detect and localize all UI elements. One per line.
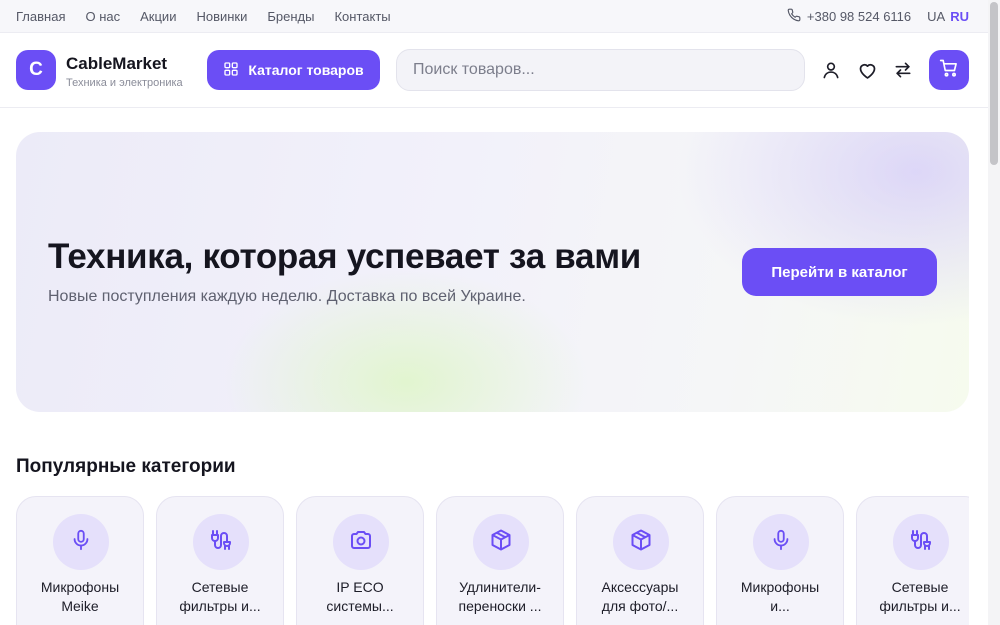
category-label: Сетевые фильтры и... [879, 579, 961, 614]
category-card[interactable]: Аксессуары для фото/... [576, 496, 704, 625]
cart-button[interactable] [929, 50, 969, 90]
lang-ru[interactable]: RU [950, 9, 969, 24]
categories-carousel: Микрофоны Meike Сетевые фильтры и... IP EC… [16, 496, 969, 625]
category-icon-circle [193, 514, 249, 570]
nav-link-home[interactable]: Главная [16, 9, 65, 24]
top-right: +380 98 524 6116 UA RU [787, 0, 969, 32]
phone-number: +380 98 524 6116 [806, 8, 912, 24]
heart-icon[interactable] [855, 58, 879, 82]
microphone-icon [770, 529, 792, 556]
top-nav: Главная О нас Акции Новинки Бренды Конта… [16, 0, 391, 32]
category-icon-circle [333, 514, 389, 570]
main-header: C CableMarket Техника и электроника Ката… [0, 33, 988, 108]
category-card[interactable]: Микрофоны и... [716, 496, 844, 625]
category-card[interactable]: Сетевые фильтры и... [156, 496, 284, 625]
language-switcher: UA RU [927, 9, 969, 24]
hero-subtitle: Новые поступления каждую неделю. Доставк… [48, 288, 526, 305]
microphone-icon [70, 529, 92, 556]
lang-ua[interactable]: UA [927, 9, 945, 24]
category-icon-circle [753, 514, 809, 570]
box-icon [489, 528, 513, 557]
category-label: IP ECO системы... [326, 579, 394, 614]
popular-categories-title: Популярные категории [16, 456, 236, 477]
category-icon-circle [53, 514, 109, 570]
phone-link[interactable]: +380 98 524 6116 [787, 8, 911, 25]
go-to-catalog-button[interactable]: Перейти в каталог [742, 248, 937, 296]
search-input[interactable] [396, 49, 805, 91]
category-card[interactable]: IP ECO системы... [296, 496, 424, 625]
category-label: Аксессуары для фото/... [601, 579, 679, 614]
catalog-button-label: Каталог товаров [248, 62, 364, 78]
category-icon-circle [473, 514, 529, 570]
category-icon-circle [893, 514, 949, 570]
catalog-button[interactable]: Каталог товаров [207, 50, 380, 90]
category-card[interactable]: Микрофоны Meike [16, 496, 144, 625]
plug-icon [209, 528, 233, 557]
hero-title: Техника, которая успевает за вами [48, 237, 642, 276]
category-icon-circle [613, 514, 669, 570]
category-card[interactable]: Удлинители-переноски ... [436, 496, 564, 625]
category-card[interactable]: Сетевые фильтры и... [856, 496, 969, 625]
compare-icon[interactable] [891, 58, 915, 82]
nav-link-sales[interactable]: Акции [140, 9, 176, 24]
hero-banner: Техника, которая успевает за вами Новые … [16, 132, 969, 412]
phone-icon [787, 8, 801, 25]
category-label: Удлинители-переноски ... [458, 579, 542, 614]
top-bar: Главная О нас Акции Новинки Бренды Конта… [0, 0, 1000, 33]
nav-link-contacts[interactable]: Контакты [334, 9, 390, 24]
nav-link-about[interactable]: О нас [85, 9, 120, 24]
user-icon[interactable] [819, 58, 843, 82]
brand-name[interactable]: CableMarket [66, 54, 167, 74]
plug-icon [909, 528, 933, 557]
category-label: Микрофоны Meike [40, 579, 120, 614]
box-icon [629, 528, 653, 557]
nav-link-brands[interactable]: Бренды [267, 9, 314, 24]
scrollbar-thumb[interactable] [990, 2, 998, 165]
logo-mark[interactable]: C [16, 50, 56, 90]
nav-link-new[interactable]: Новинки [196, 9, 247, 24]
cart-icon [939, 58, 959, 83]
category-label: Микрофоны и... [740, 579, 820, 614]
grid-icon [223, 61, 239, 80]
category-label: Сетевые фильтры и... [179, 579, 261, 614]
brand-tagline: Техника и электроника [66, 77, 183, 89]
camera-icon [349, 528, 373, 557]
